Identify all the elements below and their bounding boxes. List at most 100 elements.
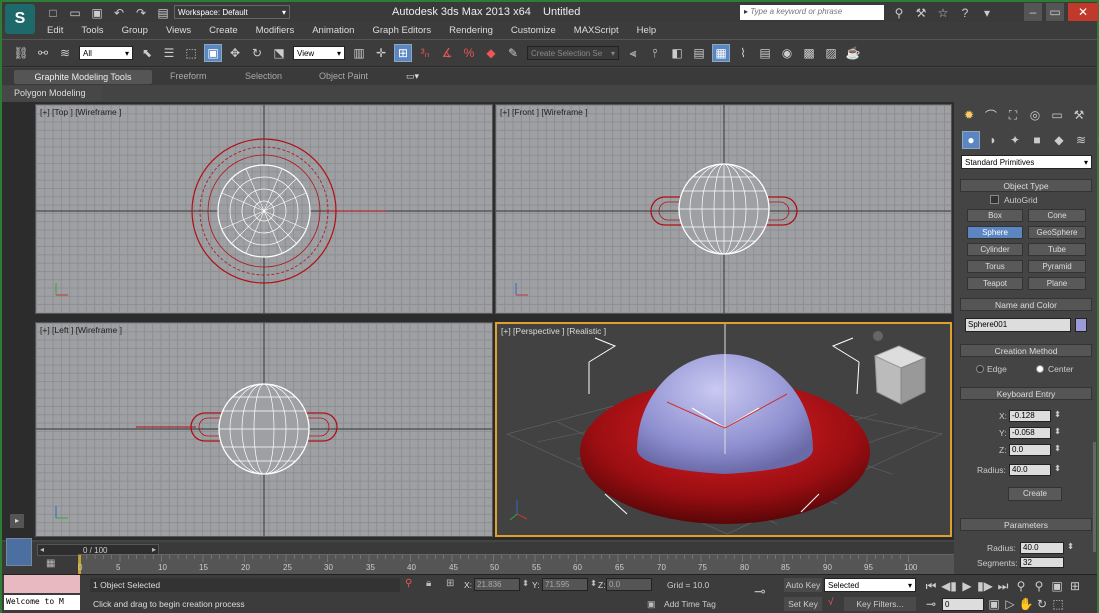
project-folder-icon[interactable]: ▤ <box>154 4 172 22</box>
rollout-parameters[interactable]: Parameters <box>960 518 1092 531</box>
rollout-creation-method[interactable]: Creation Method <box>960 344 1092 357</box>
layers-icon[interactable]: ▤ <box>690 44 708 62</box>
modify-tab-icon[interactable]: ⌒ <box>982 106 1000 124</box>
cameras-icon[interactable]: ■ <box>1028 131 1046 149</box>
angle-snap-icon[interactable]: ∡ <box>438 44 456 62</box>
viewport-top-label[interactable]: [+] [Top ] [Wireframe ] <box>40 107 121 117</box>
open-file-icon[interactable]: ▭ <box>66 4 84 22</box>
hierarchy-tab-icon[interactable]: ⛶ <box>1004 106 1022 124</box>
render-production-icon[interactable]: ☕ <box>844 44 862 62</box>
maximize-icon[interactable]: ▭ <box>1046 3 1064 21</box>
align-icon[interactable]: ⫯ <box>646 44 664 62</box>
ribbon-tab-freeform[interactable]: Freeform <box>170 68 207 85</box>
menu-help[interactable]: Help <box>628 22 666 39</box>
select-manipulate-icon[interactable]: ✛ <box>372 44 390 62</box>
rotate-icon[interactable]: ↻ <box>248 44 266 62</box>
param-segments-input[interactable]: 32 <box>1020 557 1064 568</box>
geosphere-button[interactable]: GeoSphere <box>1028 226 1086 239</box>
set-key-button[interactable]: Set Key <box>784 597 822 611</box>
workspace-dropdown[interactable]: Workspace: Default ▾ <box>174 5 290 19</box>
selection-lock-icon[interactable]: 🔒︎ <box>426 578 431 589</box>
rollout-name-color[interactable]: Name and Color <box>960 298 1092 311</box>
shapes-icon[interactable]: ◗ <box>984 131 1002 149</box>
viewport-layout-icon[interactable] <box>6 538 32 566</box>
ribbon-options-icon[interactable]: ▭▾ <box>406 68 419 85</box>
curve-editor-icon[interactable]: ⌇ <box>734 44 752 62</box>
link-icon[interactable]: ⛓ <box>12 44 30 62</box>
viewport-perspective-label[interactable]: [+] [Perspective ] [Realistic ] <box>501 326 606 336</box>
menu-maxscript[interactable]: MAXScript <box>565 22 628 39</box>
go-to-start-icon[interactable]: ⏮ <box>923 577 939 595</box>
utilities-tab-icon[interactable]: ⚒ <box>1070 106 1088 124</box>
center-radio[interactable] <box>1036 365 1044 373</box>
systems-icon[interactable]: ⚙ <box>1094 131 1099 149</box>
go-to-end-icon[interactable]: ⏭ <box>995 577 1011 595</box>
tools-icon[interactable]: ⚒ <box>912 4 930 22</box>
ribbon-panel-polygon-modeling[interactable]: Polygon Modeling <box>2 86 102 101</box>
reference-coordinate-dropdown[interactable]: View ▾ <box>293 46 345 60</box>
maximize-viewport-icon[interactable]: ⬚ <box>1051 595 1065 613</box>
spinner-snap-icon[interactable]: ◆ <box>482 44 500 62</box>
key-filter-icon[interactable]: √ <box>828 597 834 608</box>
menu-modifiers[interactable]: Modifiers <box>247 22 304 39</box>
ke-y-input[interactable]: -0.058 <box>1009 427 1051 439</box>
menu-group[interactable]: Group <box>113 22 157 39</box>
ke-radius-input[interactable]: 40.0 <box>1009 464 1051 476</box>
time-slider-prev-icon[interactable]: ◂ <box>40 545 44 554</box>
space-warps-icon[interactable]: ≋ <box>1072 131 1090 149</box>
graphite-toggle-icon[interactable]: ▦ <box>712 44 730 62</box>
lights-icon[interactable]: ✦ <box>1006 131 1024 149</box>
keyboard-shortcut-override-icon[interactable]: ⊞ <box>394 44 412 62</box>
status-y-input[interactable]: 71.595 <box>542 578 588 591</box>
rollout-object-type[interactable]: Object Type <box>960 179 1092 192</box>
object-name-input[interactable]: Sphere001 <box>965 318 1071 332</box>
ribbon-tab-selection[interactable]: Selection <box>245 68 282 85</box>
viewport-top[interactable]: [+] [Top ] [Wireframe ] <box>35 104 493 314</box>
ke-x-spinner-icon[interactable]: ⬍ <box>1054 409 1061 420</box>
viewport-perspective[interactable]: [+] [Perspective ] [Realistic ] <box>495 322 952 537</box>
move-icon[interactable]: ✥ <box>226 44 244 62</box>
autogrid-checkbox[interactable] <box>990 195 999 204</box>
ke-y-spinner-icon[interactable]: ⬍ <box>1054 426 1061 437</box>
time-slider-next-icon[interactable]: ▸ <box>152 545 156 554</box>
unlink-icon[interactable]: ⚯ <box>34 44 52 62</box>
next-frame-icon[interactable]: ▮▶ <box>977 577 993 595</box>
new-file-icon[interactable]: □ <box>44 4 62 22</box>
help-icon[interactable]: ? <box>956 4 974 22</box>
menu-animation[interactable]: Animation <box>303 22 363 39</box>
viewport-front-label[interactable]: [+] [Front ] [Wireframe ] <box>500 107 588 117</box>
ke-z-input[interactable]: 0.0 <box>1009 444 1051 456</box>
binoculars-icon[interactable]: ⚲ <box>890 4 908 22</box>
command-panel-scrollbar[interactable] <box>1093 442 1096 552</box>
field-of-view-icon[interactable]: ▷ <box>1003 595 1017 613</box>
maxscript-listener[interactable] <box>4 575 80 593</box>
pan-icon[interactable]: ✋ <box>1019 595 1034 613</box>
key-mode-toggle-icon[interactable]: ⊸ <box>923 595 939 613</box>
undo-icon[interactable]: ↶ <box>110 4 128 22</box>
track-bar-icon[interactable]: ▦ <box>46 558 55 569</box>
cylinder-button[interactable]: Cylinder <box>967 243 1023 256</box>
select-object-icon[interactable]: ⬉ <box>138 44 156 62</box>
time-tag-icon[interactable]: ▣ <box>647 599 656 610</box>
render-setup-icon[interactable]: ▩ <box>800 44 818 62</box>
menu-customize[interactable]: Customize <box>502 22 565 39</box>
viewport-left[interactable]: [+] [Left ] [Wireframe ] <box>35 322 493 537</box>
current-frame-input[interactable]: 0 <box>942 597 984 611</box>
star-icon[interactable]: ☆ <box>934 4 952 22</box>
status-y-spinner-icon[interactable]: ⬍ <box>590 578 597 589</box>
menu-graph-editors[interactable]: Graph Editors <box>363 22 440 39</box>
rollout-keyboard-entry[interactable]: Keyboard Entry <box>960 387 1092 400</box>
mirror-icon[interactable]: ⫷ <box>624 44 642 62</box>
rendered-frame-window-icon[interactable]: ▨ <box>822 44 840 62</box>
plane-button[interactable]: Plane <box>1028 277 1086 290</box>
geometry-icon[interactable]: ● <box>962 131 980 149</box>
redo-icon[interactable]: ↷ <box>132 4 150 22</box>
edge-radio[interactable] <box>976 365 984 373</box>
rect-selection-icon[interactable]: ⬚ <box>182 44 200 62</box>
selection-filter-dropdown[interactable]: All ▾ <box>79 46 133 60</box>
cone-button[interactable]: Cone <box>1028 209 1086 222</box>
torus-button[interactable]: Torus <box>967 260 1023 273</box>
named-selection-sets-dropdown[interactable]: Create Selection Se ▾ <box>527 46 619 60</box>
maxscript-mini-input[interactable]: Welcome to M <box>4 595 80 610</box>
key-mode-dropdown[interactable]: Selected ▾ <box>824 578 916 592</box>
